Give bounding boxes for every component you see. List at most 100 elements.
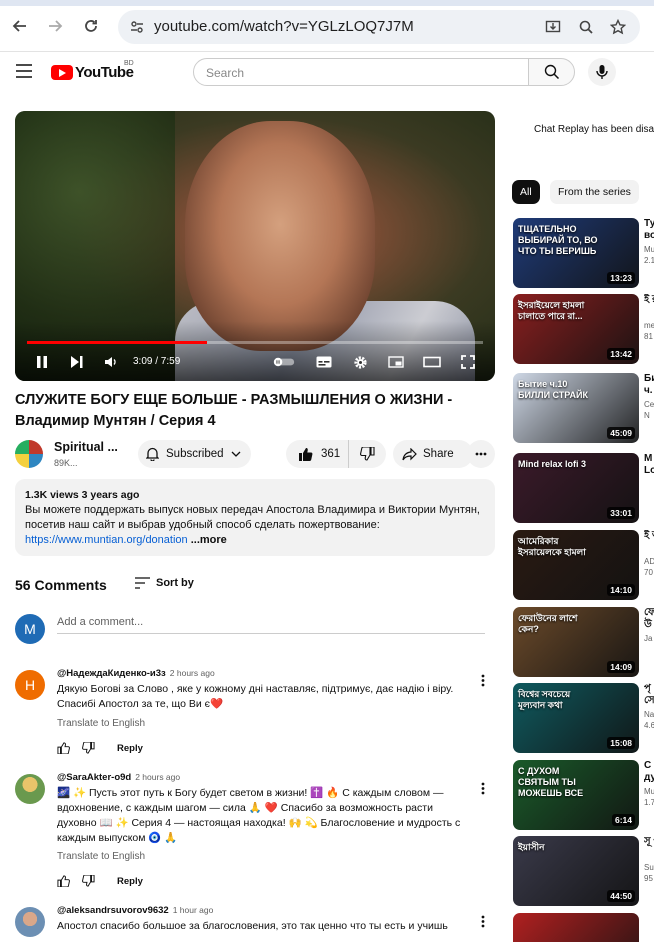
recommendation-item[interactable]: ফেরাউনের লাশে কেন? 14:09 ফে উ Ja 52 xyxy=(513,607,654,677)
recommendation-title[interactable]: M Lo xyxy=(644,453,654,477)
voice-search-button[interactable] xyxy=(588,58,616,86)
comment-author[interactable]: @aleksandrsuvorov9632 1 hour ago xyxy=(57,905,213,916)
thumbs-down-icon xyxy=(360,447,375,461)
thumbs-up-icon[interactable] xyxy=(57,875,70,887)
recommendation-thumbnail[interactable]: Бытие ч.10 БИЛЛИ СТРАЙК 45:09 xyxy=(513,373,639,443)
dislike-button[interactable] xyxy=(349,440,386,468)
theater-mode-button[interactable] xyxy=(421,351,443,373)
recommendation-title[interactable]: পৃ সে xyxy=(644,683,654,707)
donation-link[interactable]: https://www.muntian.org/donation xyxy=(25,534,188,546)
recommendation-item[interactable]: ТЩАТЕЛЬНО ВЫБИРАЙ ТО, ВО ЧТО ТЫ ВЕРИШЬ 13… xyxy=(513,218,654,288)
recommendation-item[interactable]: ইসরাইয়েলে হামলা চালাতে পারে রা... 13:42 ই… xyxy=(513,294,654,364)
install-app-icon[interactable] xyxy=(544,18,562,36)
thumbs-down-icon[interactable] xyxy=(82,875,95,887)
recommendation-thumbnail[interactable]: ইয়াসীন 44:50 xyxy=(513,836,639,906)
channel-name[interactable]: Spiritual ... xyxy=(54,440,118,454)
address-bar[interactable]: youtube.com/watch?v=YGLzLOQ7J7M xyxy=(118,10,640,44)
video-player[interactable]: 3:09 / 7:59 xyxy=(15,111,495,381)
recommendation-item[interactable]: আমেরিকার ইসরায়েলকে হামলা 14:10 ই আ AD 70 xyxy=(513,530,654,600)
theater-mode-icon xyxy=(423,356,441,368)
comment-author[interactable]: @SaraAkter-o9d 2 hours ago xyxy=(57,772,180,783)
recommendation-meta: Mu 1.7 xyxy=(644,787,654,807)
recommendation-thumbnail[interactable]: ТЩАТЕЛЬНО ВЫБИРАЙ ТО, ВО ЧТО ТЫ ВЕРИШЬ 13… xyxy=(513,218,639,288)
channel-avatar[interactable] xyxy=(15,440,43,468)
pause-button[interactable] xyxy=(31,351,53,373)
recommendation-thumbnail[interactable]: বিশ্বের সবচেয়ে মূল্যবান কথা 15:08 xyxy=(513,683,639,753)
subtitles-button[interactable] xyxy=(313,351,335,373)
back-arrow-icon[interactable] xyxy=(8,14,32,38)
next-button[interactable] xyxy=(66,351,88,373)
reply-button[interactable]: Reply xyxy=(117,743,143,754)
forward-arrow-icon[interactable] xyxy=(43,14,67,38)
site-settings-icon[interactable] xyxy=(128,18,146,36)
recommendation-thumbnail[interactable]: ইসরাইয়েলে হামলা চালাতে পারে রা... 13:42 xyxy=(513,294,639,364)
thumbs-down-icon[interactable] xyxy=(82,742,95,754)
recommendation-thumbnail[interactable] xyxy=(513,913,639,942)
add-comment-input[interactable]: Add a comment... xyxy=(57,614,485,634)
comment-avatar[interactable] xyxy=(15,774,45,804)
my-avatar: M xyxy=(15,614,45,644)
comment-avatar[interactable] xyxy=(15,907,45,937)
translate-link[interactable]: Translate to English xyxy=(57,851,145,862)
duration-badge: 13:42 xyxy=(607,348,635,360)
more-actions-button[interactable] xyxy=(467,440,495,468)
more-link[interactable]: ...more xyxy=(191,534,227,546)
recommendation-item[interactable]: বিশ্বের সবচেয়ে মূল্যবান কথা 15:08 পৃ সে Na… xyxy=(513,683,654,753)
subscribed-button[interactable]: Subscribed xyxy=(138,440,251,468)
comment-author[interactable]: @НадеждаКиденко-и3з 2 hours ago xyxy=(57,668,215,679)
chip-from-series[interactable]: From the series xyxy=(550,180,639,204)
recommendation-thumbnail[interactable]: Mind relax lofi 3 33:01 xyxy=(513,453,639,523)
description-text: Вы можете поддержать выпуск новых переда… xyxy=(25,504,480,531)
recommendation-thumbnail[interactable]: আমেরিকার ইসরায়েলকে হামলা 14:10 xyxy=(513,530,639,600)
description-box[interactable]: 1.3K views 3 years ago Вы можете поддерж… xyxy=(15,479,495,556)
youtube-logo[interactable]: YouTube BD xyxy=(51,60,134,81)
recommendation-title[interactable]: Ту во xyxy=(644,218,654,242)
comment-menu-icon[interactable] xyxy=(476,913,490,929)
thumbnail-overlay-text: ТЩАТЕЛЬНО ВЫБИРАЙ ТО, ВО ЧТО ТЫ ВЕРИШЬ xyxy=(518,224,598,256)
comment-menu-icon[interactable] xyxy=(476,780,490,796)
recommendation-thumbnail[interactable]: ফেরাউনের লাশে কেন? 14:09 xyxy=(513,607,639,677)
comment-handle[interactable]: @aleksandrsuvorov9632 xyxy=(57,905,169,916)
settings-button[interactable] xyxy=(349,351,371,373)
recommendation-title[interactable]: Би ч. xyxy=(644,373,654,397)
reply-button[interactable]: Reply xyxy=(117,876,143,887)
comment-time[interactable]: 2 hours ago xyxy=(135,772,180,782)
recommendation-title[interactable]: ই আ xyxy=(644,530,654,542)
duration-badge: 14:09 xyxy=(607,661,635,673)
sort-by-button[interactable]: Sort by xyxy=(135,577,194,589)
fullscreen-button[interactable] xyxy=(457,351,479,373)
comment-time[interactable]: 2 hours ago xyxy=(170,668,215,678)
recommendation-item[interactable]: Mind relax lofi 3 33:01 M Lo xyxy=(513,453,654,523)
comment-handle[interactable]: @SaraAkter-o9d xyxy=(57,772,131,783)
recommendation-item[interactable]: ইয়াসীন 44:50 সূ প Su 95 xyxy=(513,836,654,906)
bookmark-star-icon[interactable] xyxy=(609,18,627,36)
translate-link[interactable]: Translate to English xyxy=(57,718,145,729)
zoom-icon[interactable] xyxy=(577,18,595,36)
hamburger-menu-icon[interactable] xyxy=(16,64,34,78)
search-button[interactable] xyxy=(528,58,575,86)
thumbs-up-icon[interactable] xyxy=(57,742,70,754)
search-input[interactable]: Search xyxy=(193,58,529,86)
recommendation-title[interactable]: সূ প xyxy=(644,836,654,848)
progress-fill xyxy=(27,341,208,344)
recommendation-thumbnail[interactable]: С ДУХОМ СВЯТЫМ ТЫ МОЖЕШЬ ВСЕ 6:14 xyxy=(513,760,639,830)
recommendation-title[interactable]: С ду xyxy=(644,760,654,784)
reload-icon[interactable] xyxy=(79,14,103,38)
miniplayer-button[interactable] xyxy=(385,351,407,373)
recommendation-item[interactable]: С ДУХОМ СВЯТЫМ ТЫ МОЖЕШЬ ВСЕ 6:14 С ду Mu 1… xyxy=(513,760,654,830)
comment-handle[interactable]: @НадеждаКиденко-и3з xyxy=(57,668,166,679)
autoplay-toggle[interactable] xyxy=(273,351,295,373)
progress-bar[interactable] xyxy=(27,341,483,344)
recommendation-item[interactable]: Бытие ч.10 БИЛЛИ СТРАЙК 45:09 Би ч. Ce 6 N xyxy=(513,373,654,443)
recommendation-title[interactable]: ফে উ xyxy=(644,607,654,631)
comment-time[interactable]: 1 hour ago xyxy=(173,905,214,915)
comment-menu-icon[interactable] xyxy=(476,672,490,688)
share-button[interactable]: Share xyxy=(393,440,473,468)
chip-all[interactable]: All xyxy=(512,180,540,204)
recommendation-item[interactable] xyxy=(513,913,654,942)
like-button[interactable]: 361 xyxy=(286,440,349,468)
thumbnail-overlay-text: Бытие ч.10 БИЛЛИ СТРАЙК xyxy=(518,379,588,400)
comment-avatar[interactable]: Н xyxy=(15,670,45,700)
volume-button[interactable] xyxy=(100,351,122,373)
recommendation-title[interactable]: ই রা xyxy=(644,294,654,306)
